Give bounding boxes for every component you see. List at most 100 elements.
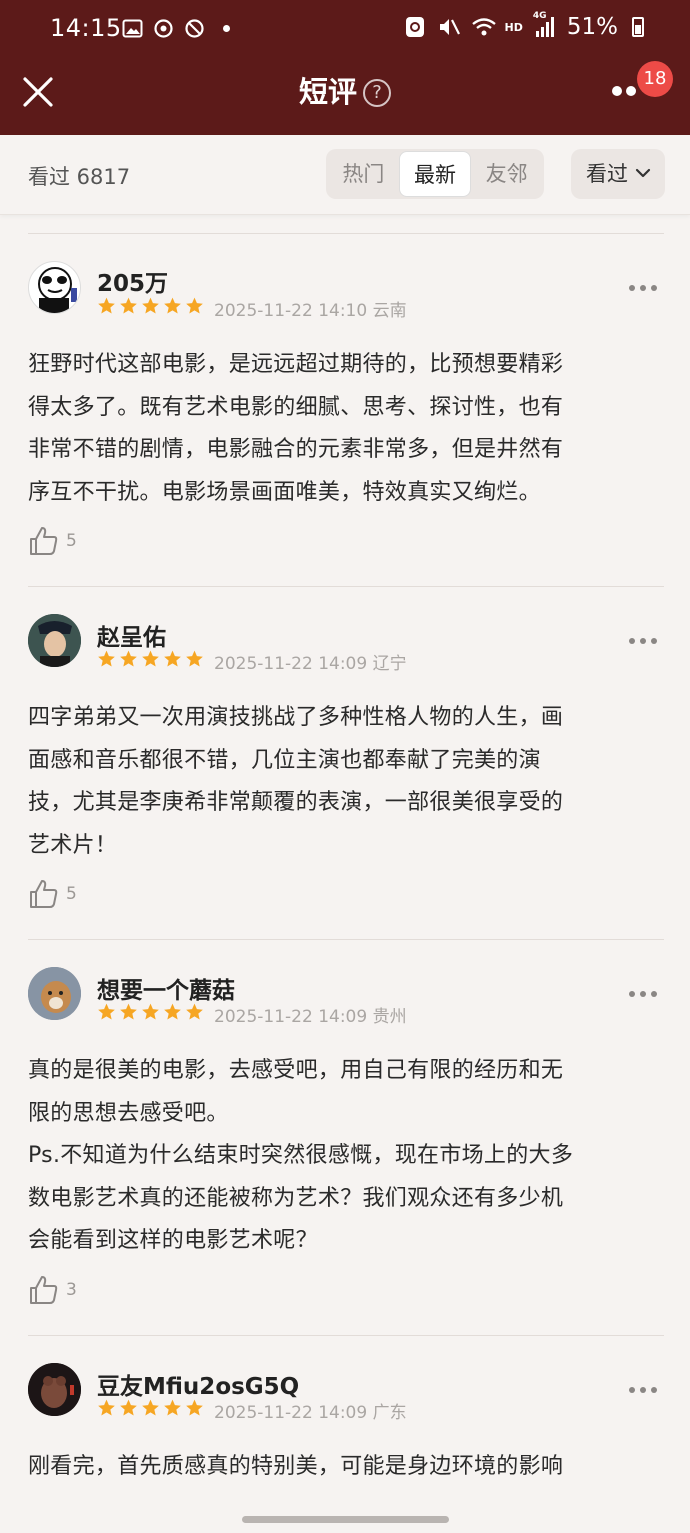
filter-bar: 看过 6817 热门 最新 友邻 看过 — [0, 135, 690, 215]
star-icon — [164, 1399, 181, 1416]
star-icon — [142, 650, 159, 667]
review-meta: 2025-11-22 14:09 贵州 — [214, 1002, 407, 1027]
review-line: 狂野时代这部电影，是远远超过期待的，比预想要精彩 — [28, 352, 564, 377]
notification-dot — [223, 25, 230, 32]
battery-icon — [632, 17, 644, 37]
star-icon — [186, 1003, 203, 1020]
review-line: 四字弟弟又一次用演技挑战了多种性格人物的人生，画 — [28, 705, 564, 730]
rating-stars — [96, 296, 205, 316]
review-username[interactable]: 205万 — [97, 264, 168, 298]
signal-icon: 4G — [533, 11, 557, 39]
review-datetime: 2025-11-22 14:09 — [214, 654, 368, 674]
divider — [28, 586, 664, 587]
review-text: 狂野时代这部电影，是远远超过期待的，比预想要精彩 得太多了。既有艺术电影的细腻、… — [28, 344, 668, 514]
generation-label: 4G — [532, 11, 547, 21]
avatar[interactable] — [28, 614, 81, 667]
review-line: 限的思想去感受吧。 — [28, 1100, 229, 1126]
review-location: 云南 — [372, 301, 407, 321]
review-line: 刚看完，首先质感真的特别美，可能是身边环境的影响 — [28, 1454, 564, 1479]
review-more-button[interactable] — [629, 285, 657, 295]
review-location: 广东 — [372, 1403, 407, 1423]
review-datetime: 2025-11-22 14:09 — [214, 1403, 368, 1423]
tab-hot[interactable]: 热门 — [328, 151, 399, 197]
review-more-button[interactable] — [629, 1387, 657, 1397]
review-text: 真的是很美的电影，去感受吧，用自己有限的经历和无 限的思想去感受吧。 Ps.不知… — [28, 1050, 668, 1263]
avatar[interactable] — [28, 967, 81, 1020]
rating-stars — [96, 1002, 205, 1022]
help-icon[interactable]: ? — [363, 79, 391, 107]
review-line: 会能看到这样的电影艺术呢？ — [28, 1228, 318, 1253]
rating-stars — [96, 649, 205, 669]
divider — [28, 233, 664, 234]
divider — [28, 1335, 664, 1336]
like-button[interactable]: 3 — [28, 1274, 88, 1308]
recycle-icon — [403, 15, 427, 39]
status-icons-left — [122, 18, 230, 39]
like-button[interactable]: 5 — [28, 878, 88, 912]
notification-badge: 18 — [637, 61, 673, 97]
star-icon — [142, 297, 159, 314]
review-line: 面感和音乐都很不错，几位主演也都奉献了完美的演 — [28, 747, 541, 773]
tab-latest[interactable]: 最新 — [398, 151, 472, 197]
review-line: 艺术片！ — [28, 832, 118, 858]
avatar[interactable] — [28, 1363, 81, 1416]
avatar[interactable] — [28, 261, 81, 314]
more-dot — [626, 86, 636, 96]
review-line: 得太多了。既有艺术电影的细腻、思考、探讨性，也有 — [28, 394, 564, 420]
review-username[interactable]: 想要一个蘑菇 — [97, 971, 235, 1005]
like-count: 3 — [66, 1280, 77, 1300]
star-icon — [164, 297, 181, 314]
tab-friends[interactable]: 友邻 — [471, 151, 542, 197]
star-icon — [120, 1399, 137, 1416]
sync-icon — [153, 18, 174, 39]
like-count: 5 — [66, 884, 77, 904]
thumbs-up-icon — [30, 1276, 58, 1304]
star-icon — [186, 297, 203, 314]
review-location: 辽宁 — [372, 654, 407, 674]
review-more-button[interactable] — [629, 991, 657, 1001]
status-bar: 14:15 HD 4G 51% — [0, 0, 690, 60]
review-datetime: 2025-11-22 14:09 — [214, 1007, 368, 1027]
thumbs-up-icon — [30, 527, 58, 555]
review-line: 非常不错的剧情，电影融合的元素非常多，但是井然有 — [28, 437, 564, 462]
more-menu-button[interactable] — [612, 86, 642, 100]
review-meta: 2025-11-22 14:09 辽宁 — [214, 649, 407, 674]
star-icon — [98, 1399, 115, 1416]
review-datetime: 2025-11-22 14:10 — [214, 301, 368, 321]
star-icon — [98, 650, 115, 667]
review-username[interactable]: 赵呈佑 — [97, 618, 166, 652]
battery-text: 51% — [566, 14, 618, 40]
review-line: 技，尤其是李庚希非常颠覆的表演，一部很美很享受的 — [28, 790, 564, 815]
divider — [28, 939, 664, 940]
review-more-button[interactable] — [629, 638, 657, 648]
review-meta: 2025-11-22 14:10 云南 — [214, 296, 407, 321]
review-line: 真的是很美的电影，去感受吧，用自己有限的经历和无 — [28, 1058, 564, 1083]
thumbs-up-icon — [30, 880, 58, 908]
status-dropdown[interactable]: 看过 — [571, 149, 665, 199]
star-icon — [120, 297, 137, 314]
watched-count: 看过 6817 — [28, 165, 131, 189]
review-meta: 2025-11-22 14:09 广东 — [214, 1398, 407, 1423]
chevron-down-icon — [635, 168, 651, 178]
star-icon — [120, 1003, 137, 1020]
sort-segmented-control: 热门 最新 友邻 — [326, 149, 544, 199]
star-icon — [164, 650, 181, 667]
star-icon — [164, 1003, 181, 1020]
home-indicator[interactable] — [242, 1516, 449, 1523]
like-button[interactable]: 5 — [28, 525, 88, 559]
review-location: 贵州 — [372, 1007, 407, 1027]
star-icon — [98, 297, 115, 314]
rating-stars — [96, 1398, 205, 1418]
block-icon — [184, 18, 205, 39]
like-count: 5 — [66, 531, 77, 551]
status-time: 14:15 — [50, 14, 122, 42]
page-title: 短评? — [0, 72, 690, 112]
review-line: 数电影艺术真的还能被称为艺术？我们观众还有多少机 — [28, 1185, 564, 1211]
status-icons-right: HD 4G 51% — [403, 11, 644, 40]
star-icon — [186, 1399, 203, 1416]
image-icon — [122, 18, 143, 39]
review-username[interactable]: 豆友Mfiu2osG5Q — [97, 1367, 299, 1401]
wifi-icon — [471, 15, 496, 39]
review-line: 序互不干扰。电影场景画面唯美，特效真实又绚烂。 — [28, 479, 541, 505]
network-label: HD — [504, 20, 523, 34]
